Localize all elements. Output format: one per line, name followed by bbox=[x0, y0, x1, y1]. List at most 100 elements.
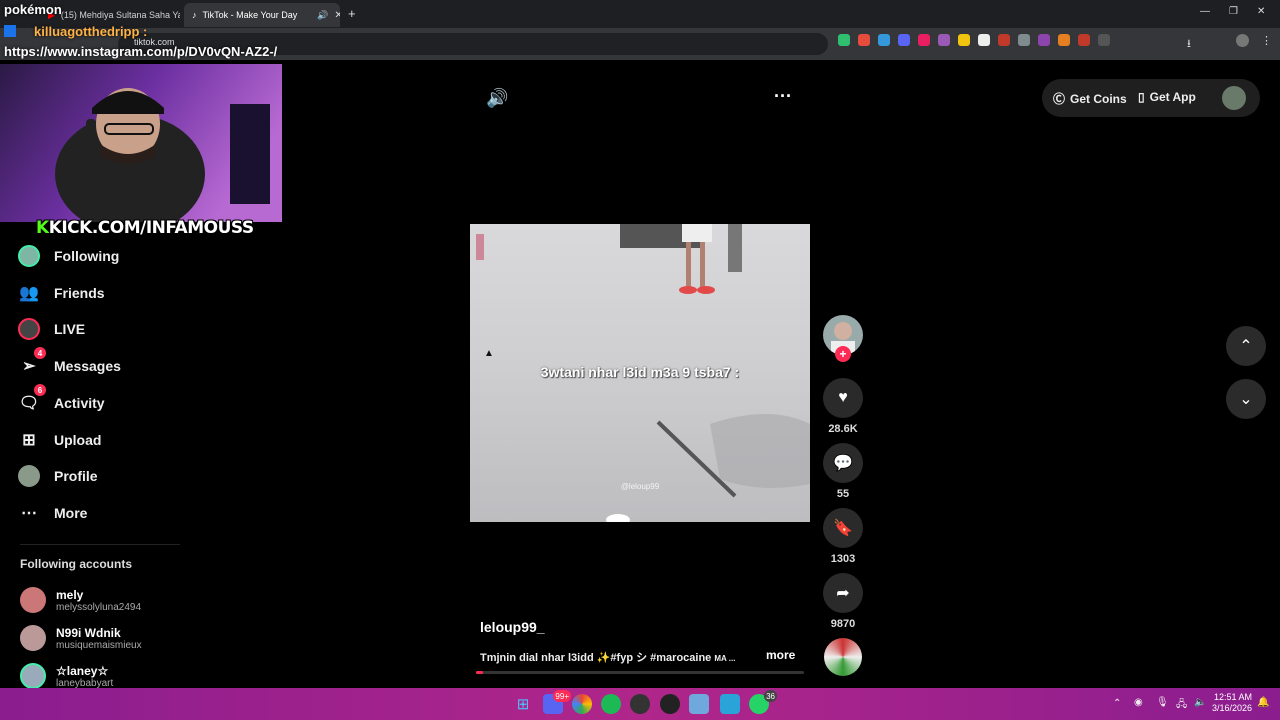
video-description: Tmjnin dial nhar l3idd ✨#fyp シ #marocain… bbox=[480, 649, 735, 665]
minimize-icon[interactable]: — bbox=[1200, 6, 1210, 17]
new-tab-button[interactable]: + bbox=[348, 6, 356, 21]
extension-icon[interactable] bbox=[938, 34, 950, 46]
clock-time: 12:51 AM bbox=[1214, 692, 1253, 702]
tray-chevron-icon[interactable]: ⌃ bbox=[1113, 698, 1121, 709]
like-button[interactable]: ♥ bbox=[823, 378, 863, 418]
kick-logo-icon: K bbox=[36, 218, 49, 238]
spotify-icon[interactable] bbox=[601, 694, 621, 714]
notification-icon[interactable]: 🔔 bbox=[1257, 697, 1269, 708]
extension-icon[interactable] bbox=[998, 34, 1010, 46]
comment-icon: 💬 bbox=[833, 455, 853, 472]
bookmark-icon: 🔖 bbox=[833, 520, 853, 537]
avatar bbox=[20, 663, 46, 689]
account-item[interactable]: ☆laney☆ laneybabyart bbox=[20, 663, 113, 689]
comment-button[interactable]: 💬 bbox=[823, 443, 863, 483]
sidebar-item-following[interactable]: Following bbox=[16, 243, 119, 269]
tiktok-icon: ♪ bbox=[192, 10, 197, 20]
heart-icon: ♥ bbox=[838, 389, 848, 406]
previous-video-button[interactable]: ⌃ bbox=[1226, 326, 1266, 366]
extension-icon[interactable] bbox=[1018, 34, 1030, 46]
extension-icon[interactable] bbox=[1078, 34, 1090, 46]
sidebar-item-label: Profile bbox=[54, 468, 98, 484]
sidebar-item-label: Upload bbox=[54, 432, 102, 448]
extension-icon[interactable] bbox=[878, 34, 890, 46]
extension-icon[interactable] bbox=[1058, 34, 1070, 46]
get-coins-button[interactable]: Ⓒ Get Coins bbox=[1053, 90, 1127, 107]
sidebar-item-more[interactable]: ⋯ More bbox=[16, 500, 87, 526]
user-avatar[interactable] bbox=[1222, 86, 1246, 110]
sidebar-item-upload[interactable]: ⊞ Upload bbox=[16, 427, 101, 453]
tab-tiktok[interactable]: ♪ TikTok - Make Your Day 🔊 ✕ bbox=[184, 3, 340, 27]
coin-icon: Ⓒ bbox=[1053, 92, 1066, 106]
clock-date: 3/16/2026 bbox=[1212, 703, 1253, 713]
description-text: Tmjnin dial nhar l3idd ✨#fyp シ #marocain… bbox=[480, 652, 712, 664]
whatsapp-icon[interactable]: 36 bbox=[749, 690, 777, 714]
restore-icon[interactable]: ❐ bbox=[1229, 6, 1238, 17]
sidebar-item-label: More bbox=[54, 505, 88, 521]
extension-icon[interactable] bbox=[918, 34, 930, 46]
tab-label: TikTok - Make Your Day bbox=[202, 10, 298, 20]
download-icon[interactable]: ⭳ bbox=[1187, 35, 1191, 54]
account-item[interactable]: mely melyssolyluna2494 bbox=[20, 587, 141, 613]
extension-icon[interactable] bbox=[838, 34, 850, 46]
chat-username: killuagotthedripp : bbox=[34, 24, 148, 39]
messages-icon: ➢ 4 bbox=[16, 347, 46, 379]
save-button[interactable]: 🔖 bbox=[823, 508, 863, 548]
like-count: 28.6K bbox=[828, 423, 858, 435]
more-options-icon[interactable]: ··· bbox=[774, 86, 792, 107]
chrome-icon[interactable] bbox=[572, 694, 592, 714]
video-author[interactable]: leloup99_ bbox=[480, 619, 545, 635]
extension-icon[interactable] bbox=[1038, 34, 1050, 46]
share-icon: ➦ bbox=[836, 585, 850, 602]
account-item[interactable]: N99i Wdnik musiquemaismieux bbox=[20, 625, 142, 651]
sound-disc-icon[interactable] bbox=[824, 638, 862, 676]
sidebar-item-friends[interactable]: 👥 Friends bbox=[16, 280, 105, 306]
video-caption-overlay: 3wtani nhar l3id m3a 9 tsba7 : bbox=[540, 364, 740, 380]
get-app-button[interactable]: ▯ Get App bbox=[1138, 90, 1196, 104]
share-button[interactable]: ➦ bbox=[823, 573, 863, 613]
divider bbox=[20, 544, 180, 545]
menu-dots-icon[interactable]: ⋮ bbox=[1261, 34, 1272, 47]
speaker-icon[interactable]: 🔈 bbox=[1194, 697, 1206, 708]
video-progress-track[interactable] bbox=[476, 671, 804, 674]
extension-icon[interactable] bbox=[858, 34, 870, 46]
discord-icon[interactable]: 99+ bbox=[543, 690, 571, 714]
extension-icon[interactable] bbox=[898, 34, 910, 46]
profile-avatar-icon[interactable] bbox=[1236, 34, 1249, 47]
chevron-down-icon: ⌄ bbox=[1239, 391, 1253, 408]
tray-discord-icon[interactable]: ◉ bbox=[1134, 697, 1143, 708]
extensions-row bbox=[838, 34, 1110, 46]
tab-label: (15) Mehdiya Sultana Saha Ya bbox=[60, 10, 180, 20]
volume-icon[interactable]: 🔊 bbox=[486, 88, 508, 109]
network-icon[interactable]: 🖧 bbox=[1176, 697, 1187, 714]
puzzle-icon[interactable] bbox=[1098, 34, 1110, 46]
discord-badge: 99+ bbox=[553, 690, 571, 702]
chat-icon bbox=[4, 25, 16, 37]
avatar bbox=[20, 625, 46, 651]
sidebar-item-messages[interactable]: ➢ 4 Messages bbox=[16, 347, 121, 379]
comment-count: 55 bbox=[836, 488, 850, 500]
sidebar-item-label: Activity bbox=[54, 395, 105, 411]
close-window-icon[interactable]: ✕ bbox=[1257, 6, 1265, 17]
telegram-icon[interactable] bbox=[720, 694, 740, 714]
more-description-button[interactable]: more bbox=[766, 648, 795, 662]
sidebar-item-live[interactable]: LIVE bbox=[16, 316, 85, 342]
following-avatar-icon bbox=[16, 243, 42, 269]
follow-plus-icon[interactable]: + bbox=[835, 346, 851, 362]
extension-icon[interactable] bbox=[978, 34, 990, 46]
app-icon[interactable] bbox=[660, 694, 680, 714]
kick-banner: KKICK.COM/INFAMOUSS bbox=[36, 218, 254, 238]
microphone-icon[interactable]: 🎙 bbox=[1156, 697, 1169, 708]
video-progress-fill bbox=[476, 671, 483, 674]
sidebar-item-profile[interactable]: Profile bbox=[16, 463, 98, 489]
sidebar-item-activity[interactable]: 🗨 6 Activity bbox=[16, 384, 105, 416]
windows-start-icon[interactable]: ⊞ bbox=[513, 694, 533, 714]
obs-icon[interactable] bbox=[630, 694, 650, 714]
close-tab-icon[interactable]: ✕ bbox=[334, 10, 340, 21]
video-player[interactable]: 3wtani nhar l3id m3a 9 tsba7 : @leloup99 bbox=[470, 224, 810, 522]
next-video-button[interactable]: ⌄ bbox=[1226, 379, 1266, 419]
extension-icon[interactable] bbox=[958, 34, 970, 46]
clock[interactable]: 12:51 AM 3/16/2026 bbox=[1212, 692, 1252, 714]
activity-icon: 🗨 6 bbox=[16, 384, 46, 416]
app-icon[interactable] bbox=[689, 694, 709, 714]
